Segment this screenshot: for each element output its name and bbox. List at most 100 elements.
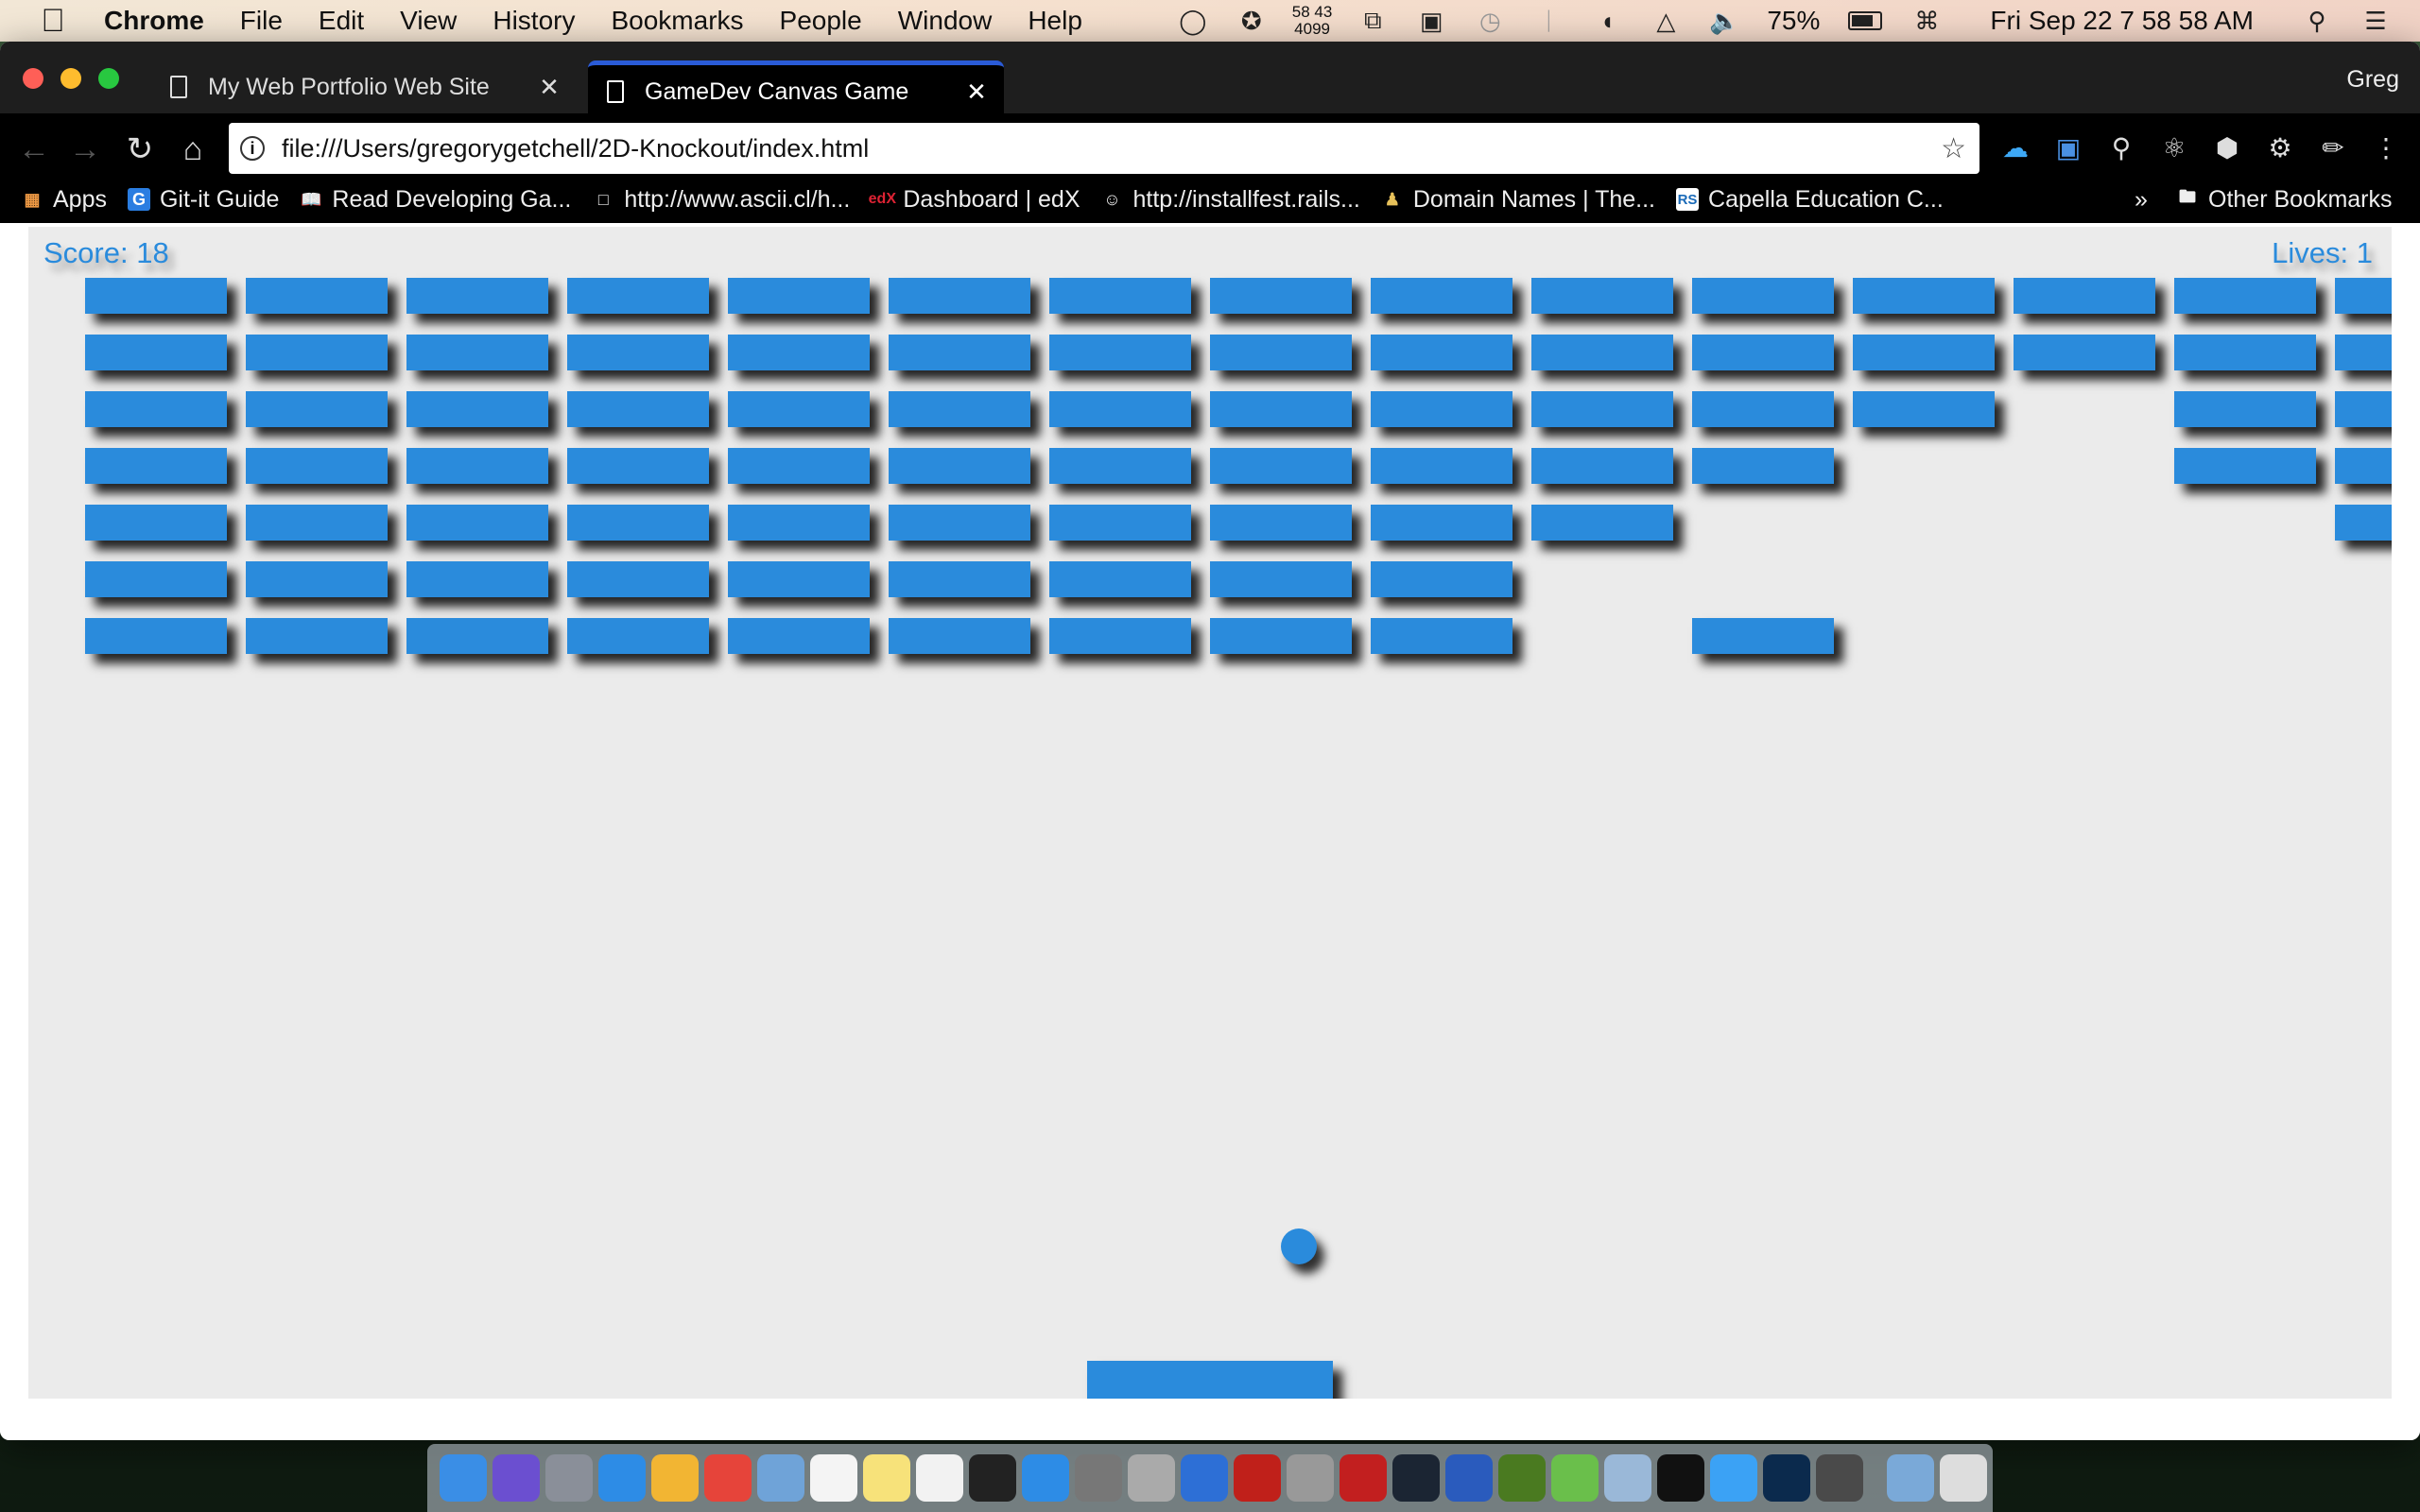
paddle[interactable] (1087, 1361, 1333, 1399)
dock-app-store-icon[interactable] (1022, 1454, 1069, 1502)
apple-icon[interactable]:  (36, 3, 70, 39)
brick (246, 561, 388, 597)
dock-launchpad-icon[interactable] (545, 1454, 593, 1502)
dock-word-icon[interactable] (1445, 1454, 1493, 1502)
bookmark-star-icon[interactable]: ☆ (1941, 132, 1966, 165)
dock-network-utility-icon[interactable] (1128, 1454, 1175, 1502)
react-devtools-icon[interactable]: ⚛ (2155, 129, 2193, 166)
dock-sublime-icon[interactable] (1816, 1454, 1863, 1502)
dock-kindle-icon[interactable] (1392, 1454, 1440, 1502)
chrome-menu-icon[interactable]: ⋮ (2367, 129, 2405, 166)
bookmark-edx[interactable]: edX Dashboard | edX (869, 186, 1080, 214)
dock-3d-builder-icon[interactable] (1604, 1454, 1651, 1502)
dock-preview-icon[interactable] (757, 1454, 804, 1502)
bookmarks-overflow-button[interactable]: » (2135, 186, 2148, 214)
dock-safari-icon[interactable] (598, 1454, 646, 1502)
bookmark-ascii[interactable]: □ http://www.ascii.cl/h... (592, 186, 850, 214)
dock-notes-icon[interactable] (863, 1454, 910, 1502)
dock-chrome-icon[interactable] (704, 1454, 752, 1502)
dock-filezilla-icon[interactable] (1340, 1454, 1387, 1502)
zoom-window-button[interactable] (98, 68, 119, 89)
menu-view[interactable]: View (400, 6, 457, 36)
bookmark-capella[interactable]: RS Capella Education C... (1676, 186, 1944, 214)
dock-dw-icon[interactable] (1498, 1454, 1546, 1502)
wifi-icon[interactable]: ◖ (1591, 7, 1623, 35)
tab-portfolio[interactable]: My Web Portfolio Web Site ✕ (151, 60, 577, 113)
dock-messages-icon[interactable] (1710, 1454, 1757, 1502)
brick (1210, 561, 1352, 597)
smiley-icon: ☺ (1103, 189, 1121, 209)
bookmark-git-it[interactable]: G Git-it Guide (127, 186, 279, 214)
menu-history[interactable]: History (493, 6, 575, 36)
dock-xcode-icon[interactable] (1181, 1454, 1228, 1502)
search-extension-icon[interactable]: ⚲ (2102, 129, 2140, 166)
menu-file[interactable]: File (240, 6, 283, 36)
brick (1210, 391, 1352, 427)
dock-system-preferences-icon[interactable] (1075, 1454, 1122, 1502)
bookmark-read-developing[interactable]: 📖 Read Developing Ga... (300, 186, 571, 214)
dock-android-studio-icon[interactable] (1551, 1454, 1599, 1502)
close-window-button[interactable] (23, 68, 43, 89)
windows-icon[interactable]: ⧉ (1357, 6, 1389, 35)
menu-chrome[interactable]: Chrome (104, 6, 204, 36)
clock[interactable]: Fri Sep 22 7 58 58 AM (1990, 6, 2254, 36)
dock-chrome-canary-icon[interactable] (651, 1454, 699, 1502)
dock-downloads-icon[interactable] (1887, 1454, 1934, 1502)
cube-extension-icon[interactable]: ⬢ (2208, 129, 2246, 166)
dock-finder-icon[interactable] (440, 1454, 487, 1502)
gear-extension-icon[interactable]: ⚙ (2261, 129, 2299, 166)
dock-acrobat-icon[interactable] (1234, 1454, 1281, 1502)
menu-bookmarks[interactable]: Bookmarks (611, 6, 743, 36)
volume-icon[interactable]: 🔈 (1708, 7, 1740, 35)
profile-button[interactable]: Greg (2346, 66, 2399, 94)
bluetooth-icon[interactable]: ᛁ (1532, 7, 1564, 35)
menu-window[interactable]: Window (898, 6, 993, 36)
close-tab-icon[interactable]: ✕ (535, 73, 563, 102)
back-button[interactable]: ← (15, 130, 53, 168)
satellite-icon[interactable]: ✪ (1236, 7, 1268, 35)
brick (1210, 335, 1352, 370)
forward-button[interactable]: → (66, 130, 104, 168)
tab-gamedev[interactable]: GameDev Canvas Game ✕ (588, 60, 1004, 118)
menu-help[interactable]: Help (1028, 6, 1082, 36)
menu-people[interactable]: People (780, 6, 862, 36)
creative-cloud-icon[interactable]: ◯ (1177, 7, 1209, 35)
network-stats-bottom: 4099 (1294, 20, 1330, 38)
bookmark-apps[interactable]: ▦ Apps (21, 186, 107, 214)
eyedropper-extension-icon[interactable]: ✏ (2314, 129, 2352, 166)
dock-siri-icon[interactable] (493, 1454, 540, 1502)
dock-keychain-icon[interactable] (1287, 1454, 1334, 1502)
tab-extension-icon[interactable]: ▣ (2049, 129, 2087, 166)
other-bookmarks[interactable]: 🖿 Other Bookmarks (2176, 186, 2393, 214)
brick (1853, 278, 1995, 314)
game-canvas[interactable]: Score: 18 Lives: 1 (28, 227, 2392, 1399)
screen-mirror-icon[interactable]: ▣ (1415, 7, 1447, 35)
brick (889, 335, 1030, 370)
cloud-extension-icon[interactable]: ☁ (1996, 129, 2034, 166)
network-stats[interactable]: 58 43 4099 (1292, 4, 1333, 38)
bookmark-installfest[interactable]: ☺ http://installfest.rails... (1101, 186, 1360, 214)
dock-intellij-icon[interactable] (1657, 1454, 1704, 1502)
home-button[interactable]: ⌂ (174, 130, 212, 168)
url-text[interactable]: file:///Users/gregorygetchell/2D-Knockou… (282, 134, 1941, 163)
menu-edit[interactable]: Edit (319, 6, 364, 36)
battery-icon[interactable] (1846, 7, 1884, 35)
notification-center-icon[interactable]: ☰ (2360, 7, 2392, 35)
dock-calendar-icon[interactable] (810, 1454, 857, 1502)
keyboard-input-icon[interactable]: ⌘ (1910, 7, 1943, 35)
battery-percent[interactable]: 75% (1767, 6, 1820, 36)
minimize-window-button[interactable] (60, 68, 81, 89)
spotlight-search-icon[interactable]: ⚲ (2301, 7, 2333, 35)
dock-ps-icon[interactable] (1763, 1454, 1810, 1502)
close-tab-icon[interactable]: ✕ (962, 77, 991, 107)
dock-terminal-icon[interactable] (969, 1454, 1016, 1502)
dock-itunes-icon[interactable] (916, 1454, 963, 1502)
brick (85, 448, 227, 484)
reload-button[interactable]: ↻ (121, 130, 159, 168)
dock-trash-icon[interactable] (1940, 1454, 1987, 1502)
bookmark-domain-names[interactable]: ♟ Domain Names | The... (1381, 186, 1655, 214)
time-machine-icon[interactable]: ◷ (1474, 7, 1506, 35)
address-bar[interactable]: i file:///Users/gregorygetchell/2D-Knock… (229, 123, 1979, 174)
info-icon[interactable]: i (240, 136, 265, 161)
airplay-icon[interactable]: △ (1650, 7, 1682, 35)
